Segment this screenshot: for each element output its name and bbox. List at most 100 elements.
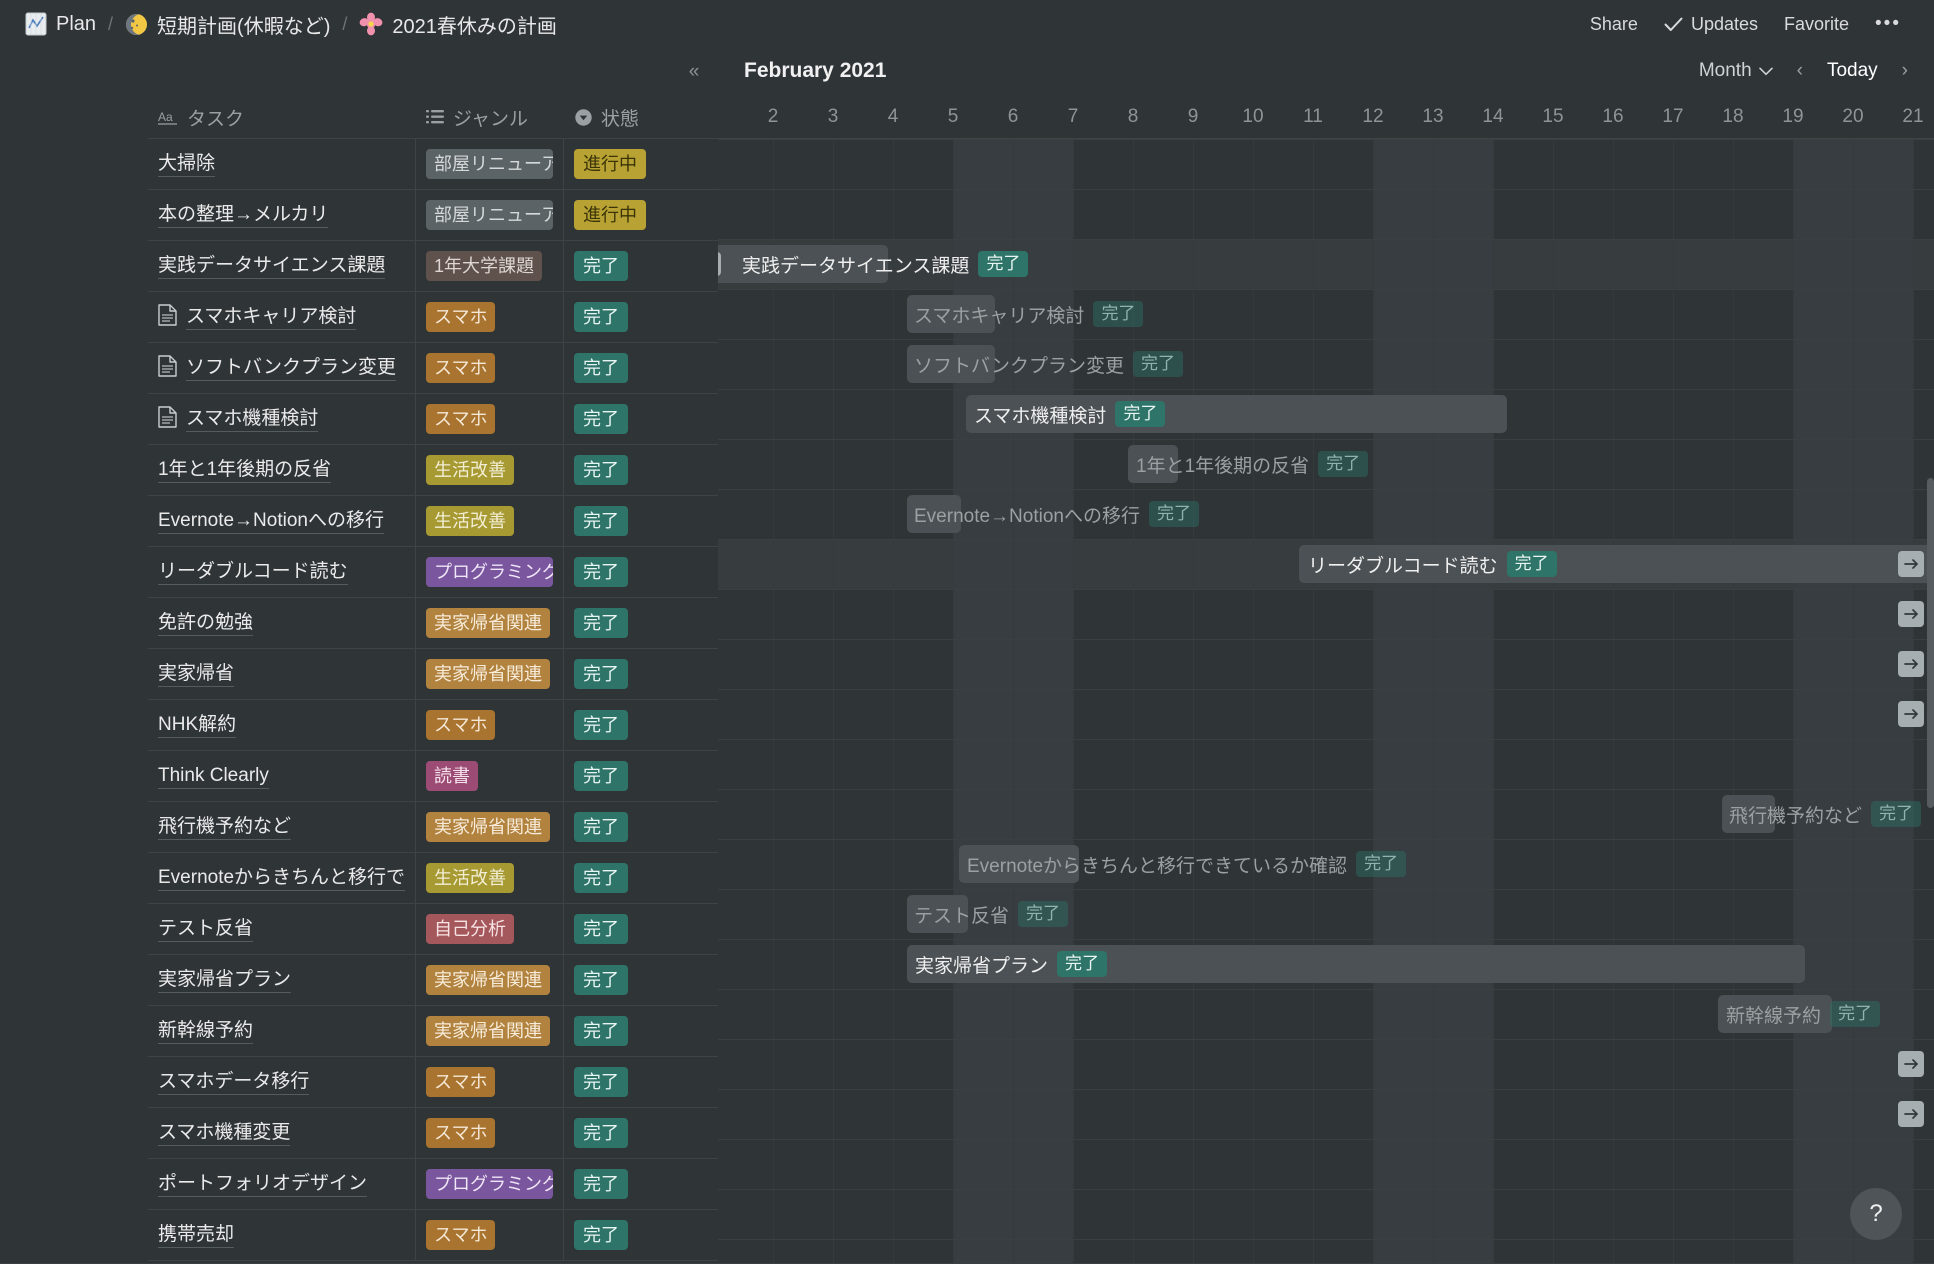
- task-cell[interactable]: 飛行機予約など: [148, 802, 416, 852]
- task-cell[interactable]: 新幹線予約: [148, 1006, 416, 1056]
- genre-cell[interactable]: スマホ: [416, 1108, 564, 1158]
- task-cell[interactable]: スマホデータ移行: [148, 1057, 416, 1107]
- status-cell[interactable]: 完了: [564, 1006, 718, 1056]
- status-cell[interactable]: 完了: [564, 547, 718, 597]
- table-row[interactable]: 免許の勉強実家帰省関連完了: [148, 598, 718, 649]
- table-row[interactable]: 大掃除 部屋リニューアル進行中: [148, 139, 718, 190]
- task-cell[interactable]: 実践データサイエンス課題: [148, 241, 416, 291]
- status-badge[interactable]: 完了: [574, 353, 628, 383]
- task-name[interactable]: 大掃除: [158, 152, 215, 177]
- genre-cell[interactable]: 実家帰省関連: [416, 598, 564, 648]
- timeline-today-button[interactable]: Today: [1817, 56, 1888, 86]
- collapse-sidebar-button[interactable]: «: [680, 58, 708, 86]
- share-button[interactable]: Share: [1579, 9, 1649, 40]
- genre-cell[interactable]: プログラミング: [416, 547, 564, 597]
- table-row[interactable]: スマホ機種変更 スマホ 完了: [148, 1108, 718, 1159]
- task-name[interactable]: 携帯売却: [158, 1223, 234, 1248]
- scroll-to-bar-icon[interactable]: [1898, 651, 1924, 677]
- table-row[interactable]: 携帯売却スマホ完了: [148, 1210, 718, 1261]
- scroll-to-bar-icon[interactable]: [1898, 551, 1924, 577]
- timeline-next-button[interactable]: ›: [1894, 56, 1916, 86]
- genre-cell[interactable]: スマホ: [416, 700, 564, 750]
- timeline-prev-button[interactable]: ‹: [1789, 56, 1811, 86]
- table-row[interactable]: スマホデータ移行スマホ完了: [148, 1057, 718, 1108]
- genre-cell[interactable]: スマホ: [416, 394, 564, 444]
- task-name[interactable]: テスト反省: [158, 917, 253, 942]
- status-cell[interactable]: 完了: [564, 751, 718, 801]
- column-header-task[interactable]: Aa タスク: [148, 96, 416, 138]
- genre-cell[interactable]: 読書: [416, 751, 564, 801]
- status-cell[interactable]: 完了: [564, 496, 718, 546]
- status-badge[interactable]: 完了: [574, 455, 628, 485]
- task-cell[interactable]: スマホ機種変更: [148, 1108, 416, 1158]
- table-row[interactable]: NHK解約スマホ完了: [148, 700, 718, 751]
- timeline-bar[interactable]: [907, 945, 1805, 983]
- table-row[interactable]: リーダブルコード読むプログラミング完了: [148, 547, 718, 598]
- status-cell[interactable]: 進行中: [564, 139, 718, 189]
- genre-tag[interactable]: スマホ: [426, 1118, 495, 1148]
- task-cell[interactable]: 実家帰省プラン: [148, 955, 416, 1005]
- status-badge[interactable]: 進行中: [574, 149, 646, 179]
- task-name[interactable]: 免許の勉強: [158, 611, 253, 636]
- task-cell[interactable]: 本の整理→メルカリ: [148, 190, 416, 240]
- status-badge[interactable]: 完了: [574, 965, 628, 995]
- task-cell[interactable]: 免許の勉強: [148, 598, 416, 648]
- timeline-bar[interactable]: [1718, 995, 1832, 1033]
- genre-cell[interactable]: プログラミング: [416, 1159, 564, 1209]
- genre-tag[interactable]: 部屋リニューアル: [426, 200, 553, 230]
- status-badge[interactable]: 完了: [574, 710, 628, 740]
- genre-tag[interactable]: 読書: [426, 761, 478, 791]
- status-cell[interactable]: 完了: [564, 955, 718, 1005]
- status-badge[interactable]: 完了: [574, 863, 628, 893]
- task-cell[interactable]: Think Clearly: [148, 751, 416, 801]
- task-name[interactable]: Evernoteからきちんと移行できているか確認: [158, 866, 405, 891]
- updates-button[interactable]: Updates: [1653, 9, 1769, 40]
- status-badge[interactable]: 完了: [574, 914, 628, 944]
- genre-tag[interactable]: 1年大学課題: [426, 251, 542, 281]
- genre-tag[interactable]: プログラミング: [426, 557, 553, 587]
- status-cell[interactable]: 完了: [564, 445, 718, 495]
- breadcrumb-item-spring-break-plan[interactable]: 2021春休みの計画: [352, 7, 564, 42]
- scroll-to-bar-icon[interactable]: [1898, 1101, 1924, 1127]
- timeline-bar[interactable]: [907, 895, 968, 933]
- help-button[interactable]: ?: [1850, 1188, 1902, 1240]
- timeline-bar[interactable]: [966, 395, 1507, 433]
- scroll-to-bar-icon[interactable]: [1898, 601, 1924, 627]
- table-row[interactable]: Think Clearly 読書 完了: [148, 751, 718, 802]
- more-options-button[interactable]: •••: [1864, 14, 1912, 34]
- status-cell[interactable]: 完了: [564, 700, 718, 750]
- task-cell[interactable]: 1年と1年後期の反省: [148, 445, 416, 495]
- status-badge[interactable]: 完了: [574, 1169, 628, 1199]
- genre-tag[interactable]: 部屋リニューアル: [426, 149, 553, 179]
- genre-cell[interactable]: 1年大学課題: [416, 241, 564, 291]
- genre-tag[interactable]: プログラミング: [426, 1169, 553, 1199]
- genre-cell[interactable]: スマホ: [416, 343, 564, 393]
- genre-cell[interactable]: 部屋リニューアル: [416, 139, 564, 189]
- genre-cell[interactable]: スマホ: [416, 1210, 564, 1260]
- table-row[interactable]: スマホ機種検討スマホ完了: [148, 394, 718, 445]
- table-row[interactable]: テスト反省 自己分析完了: [148, 904, 718, 955]
- status-cell[interactable]: 進行中: [564, 190, 718, 240]
- genre-tag[interactable]: スマホ: [426, 404, 495, 434]
- genre-cell[interactable]: 実家帰省関連: [416, 955, 564, 1005]
- status-badge[interactable]: 完了: [574, 1118, 628, 1148]
- status-badge[interactable]: 完了: [574, 1016, 628, 1046]
- genre-cell[interactable]: 自己分析: [416, 904, 564, 954]
- column-header-genre[interactable]: ジャンル: [416, 96, 564, 138]
- table-row[interactable]: 飛行機予約など実家帰省関連完了: [148, 802, 718, 853]
- task-name[interactable]: スマホ機種変更: [158, 1121, 290, 1146]
- table-row[interactable]: Evernoteからきちんと移行できているか確認生活改善完了: [148, 853, 718, 904]
- timeline-zoom-select[interactable]: Month: [1689, 56, 1783, 86]
- task-name[interactable]: 実家帰省: [158, 662, 234, 687]
- timeline-bar[interactable]: [907, 295, 995, 333]
- genre-tag[interactable]: スマホ: [426, 302, 495, 332]
- status-cell[interactable]: 完了: [564, 649, 718, 699]
- timeline-bar[interactable]: [959, 845, 1079, 883]
- task-name[interactable]: Think Clearly: [158, 764, 269, 789]
- task-name[interactable]: 新幹線予約: [158, 1019, 253, 1044]
- genre-cell[interactable]: 実家帰省関連: [416, 1006, 564, 1056]
- task-cell[interactable]: ソフトバンクプラン変更: [148, 343, 416, 393]
- status-badge[interactable]: 完了: [574, 659, 628, 689]
- task-name[interactable]: 1年と1年後期の反省: [158, 458, 331, 483]
- task-cell[interactable]: スマホ機種検討: [148, 394, 416, 444]
